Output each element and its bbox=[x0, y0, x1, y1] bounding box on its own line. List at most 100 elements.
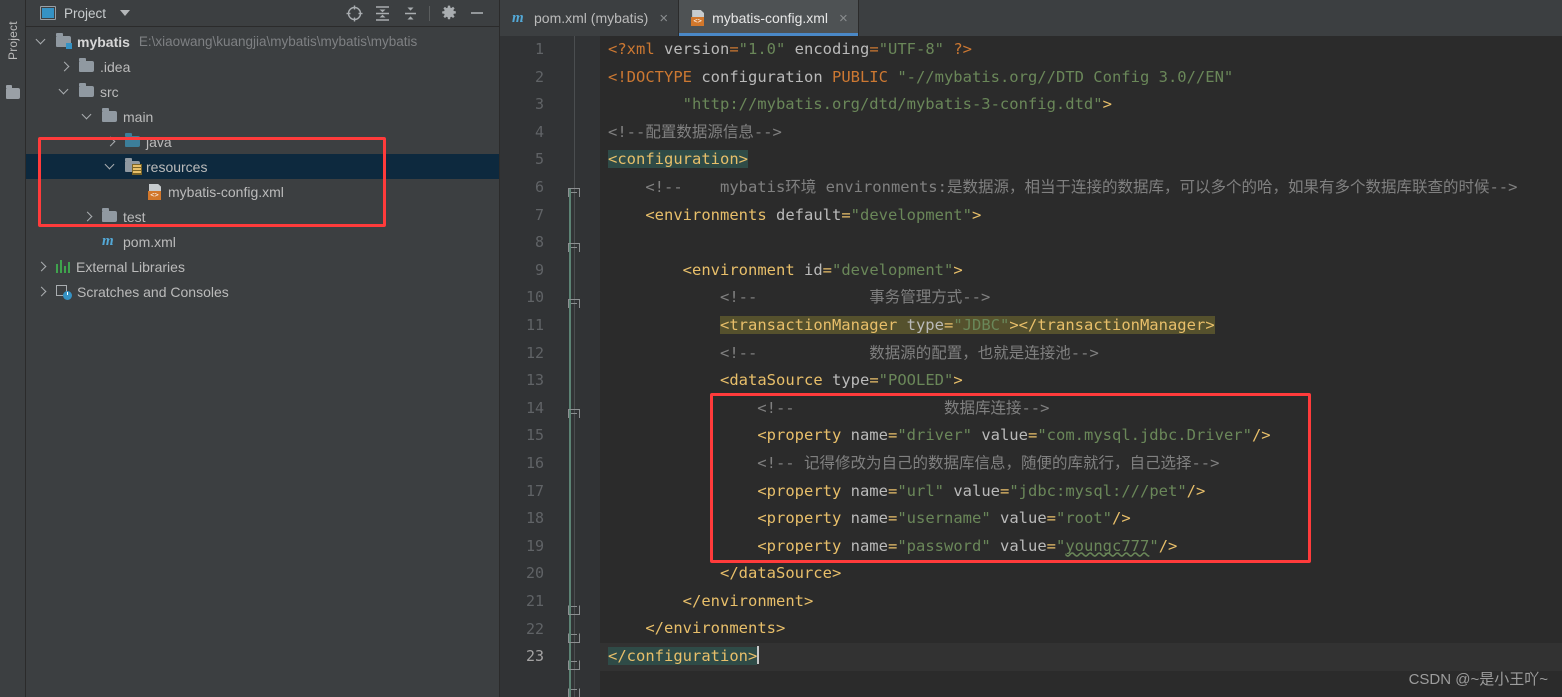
expand-all-icon[interactable] bbox=[368, 0, 396, 27]
minimize-icon[interactable] bbox=[463, 0, 491, 27]
chevron-down-icon[interactable] bbox=[120, 10, 131, 16]
tree-node-resources[interactable]: resources bbox=[26, 154, 499, 179]
editor-tab-bar: m pom.xml (mybatis) × <> mybatis-config.xml × bbox=[500, 0, 1562, 36]
tree-node-scratches-and-consoles[interactable]: Scratches and Consoles bbox=[26, 279, 499, 304]
gutter-line-number-7: 7 bbox=[534, 205, 544, 224]
gutter-line-number-21: 21 bbox=[525, 592, 544, 610]
folder-icon bbox=[102, 111, 117, 122]
tree-node-label: pom.xml bbox=[123, 233, 176, 250]
project-tool-window: Project mybatis E:\xiaowang\kuangjia\myb… bbox=[26, 0, 500, 697]
gutter-line-number-14: 14 bbox=[525, 398, 544, 417]
code-line-15: <property name="driver" value="com.mysql… bbox=[757, 426, 1271, 445]
tool-window-tab-project[interactable]: Project bbox=[0, 6, 26, 76]
project-panel-toolbar bbox=[340, 0, 499, 27]
code-line-20: </dataSource> bbox=[719, 564, 842, 583]
chevron-down-icon[interactable] bbox=[105, 161, 117, 173]
code-text[interactable]: <?xml version="1.0" encoding="UTF-8" ?> … bbox=[600, 36, 1562, 697]
gear-icon[interactable] bbox=[435, 0, 463, 27]
code-line-2: <!DOCTYPE configuration PUBLIC "-//mybat… bbox=[608, 67, 1234, 86]
editor-code-area: 1 2 3 4 5 6 7 8 9 10 11 12 13 14 15 16 17 18 19 20 21 22 23 <?… bbox=[500, 36, 1562, 697]
editor-tab-label: pom.xml (mybatis) bbox=[534, 10, 649, 26]
xml-file-icon: <> bbox=[148, 183, 162, 200]
folder-icon[interactable] bbox=[6, 85, 20, 99]
close-icon[interactable]: × bbox=[659, 11, 668, 26]
gutter-line-number-13: 13 bbox=[525, 371, 544, 390]
chevron-right-icon[interactable] bbox=[59, 61, 71, 73]
gutter-line-number-9: 9 bbox=[534, 260, 544, 279]
maven-icon: m bbox=[512, 9, 524, 26]
code-line-9: <environment id="development"> bbox=[682, 260, 963, 279]
code-line-12: <!-- 数据源的配置，也就是连接池--> bbox=[608, 343, 1099, 362]
libraries-icon bbox=[56, 260, 70, 273]
tree-node-label: test bbox=[123, 208, 146, 225]
fold-marker-line-20[interactable] bbox=[568, 602, 581, 615]
gutter-line-number-17: 17 bbox=[525, 481, 544, 500]
fold-marker-line-23[interactable] bbox=[568, 685, 581, 697]
gutter-line-number-11: 11 bbox=[525, 316, 544, 334]
toolbar-separator bbox=[429, 5, 430, 21]
chevron-right-icon[interactable] bbox=[36, 261, 48, 273]
tree-node-path: E:\xiaowang\kuangjia\mybatis\mybatis\myb… bbox=[138, 34, 418, 49]
chevron-right-icon[interactable] bbox=[36, 286, 48, 298]
gutter-line-number-12: 12 bbox=[525, 343, 544, 362]
tree-node-src[interactable]: src bbox=[26, 79, 499, 104]
tree-node-label: src bbox=[100, 83, 119, 100]
chevron-down-icon[interactable] bbox=[36, 36, 48, 48]
tree-node-label: mybatis-config.xml bbox=[168, 183, 284, 200]
gutter-line-number-18: 18 bbox=[525, 509, 544, 528]
source-folder-icon bbox=[125, 136, 140, 147]
project-tree[interactable]: mybatis E:\xiaowang\kuangjia\mybatis\myba… bbox=[26, 27, 499, 304]
chevron-down-icon[interactable] bbox=[82, 111, 94, 123]
fold-marker-line-9[interactable] bbox=[568, 299, 581, 312]
code-line-6: <!-- mybatis环境 environments:是数据源，相当于连接的数… bbox=[608, 177, 1518, 196]
chevron-down-icon[interactable] bbox=[59, 86, 71, 98]
module-folder-icon bbox=[56, 36, 71, 47]
editor-tab-2[interactable]: <> mybatis-config.xml × bbox=[679, 0, 859, 36]
gutter-divider bbox=[574, 36, 575, 697]
tree-node-mybatis[interactable]: mybatis E:\xiaowang\kuangjia\mybatis\myba… bbox=[26, 29, 499, 54]
fold-marker-line-5[interactable] bbox=[568, 188, 581, 201]
tree-node-main[interactable]: main bbox=[26, 104, 499, 129]
tree-node-test[interactable]: test bbox=[26, 204, 499, 229]
tree-node-label: resources bbox=[146, 158, 208, 175]
code-line-5: <configuration> bbox=[608, 150, 749, 169]
tree-node-mybatis-config-xml[interactable]: <> mybatis-config.xml bbox=[26, 179, 499, 204]
tree-node-label: .idea bbox=[100, 58, 131, 75]
project-panel-title: Project bbox=[64, 5, 107, 21]
chevron-right-icon[interactable] bbox=[105, 136, 117, 148]
fold-marker-line-21[interactable] bbox=[568, 630, 581, 643]
close-icon[interactable]: × bbox=[839, 11, 848, 26]
code-line-16: <!-- 记得修改为自己的数据库信息，随便的库就行，自己选择--> bbox=[608, 453, 1220, 472]
gutter-line-number-23: 23 bbox=[525, 647, 544, 666]
editor-tab-label: mybatis-config.xml bbox=[712, 10, 829, 26]
project-panel-icon bbox=[40, 6, 56, 20]
fold-marker-line-7[interactable] bbox=[568, 243, 581, 256]
locate-target-icon[interactable] bbox=[340, 0, 368, 27]
left-tool-strip: Project bbox=[0, 0, 26, 697]
collapse-all-icon[interactable] bbox=[396, 0, 424, 27]
project-panel-header: Project bbox=[26, 0, 499, 27]
gutter-line-number-20: 20 bbox=[525, 564, 544, 583]
editor-gutter[interactable]: 1 2 3 4 5 6 7 8 9 10 11 12 13 14 15 16 17 18 19 20 21 22 23 bbox=[500, 36, 600, 697]
code-line-3: "http://mybatis.org/dtd/mybatis-3-config… bbox=[608, 95, 1112, 114]
tree-node-external-libraries[interactable]: External Libraries bbox=[26, 254, 499, 279]
fold-marker-line-13[interactable] bbox=[568, 409, 581, 422]
tree-node-idea[interactable]: .idea bbox=[26, 54, 499, 79]
gutter-line-number-22: 22 bbox=[525, 619, 544, 638]
code-line-23: </configuration> bbox=[600, 643, 1562, 671]
gutter-line-number-15: 15 bbox=[525, 426, 544, 445]
code-line-4: <!--配置数据源信息--> bbox=[608, 122, 782, 141]
chevron-right-icon[interactable] bbox=[82, 211, 94, 223]
gutter-line-number-5: 5 bbox=[534, 150, 544, 169]
tree-node-label: Scratches and Consoles bbox=[77, 283, 229, 300]
editor-tab-1[interactable]: m pom.xml (mybatis) × bbox=[500, 0, 680, 36]
gutter-line-number-3: 3 bbox=[534, 95, 544, 114]
fold-marker-line-22[interactable] bbox=[568, 657, 581, 670]
code-line-7: <environments default="development"> bbox=[645, 205, 982, 224]
tree-node-pom-xml[interactable]: m pom.xml bbox=[26, 229, 499, 254]
tree-node-java[interactable]: java bbox=[26, 129, 499, 154]
code-line-10: <!-- 事务管理方式--> bbox=[608, 288, 991, 307]
gutter-line-number-4: 4 bbox=[534, 122, 544, 141]
